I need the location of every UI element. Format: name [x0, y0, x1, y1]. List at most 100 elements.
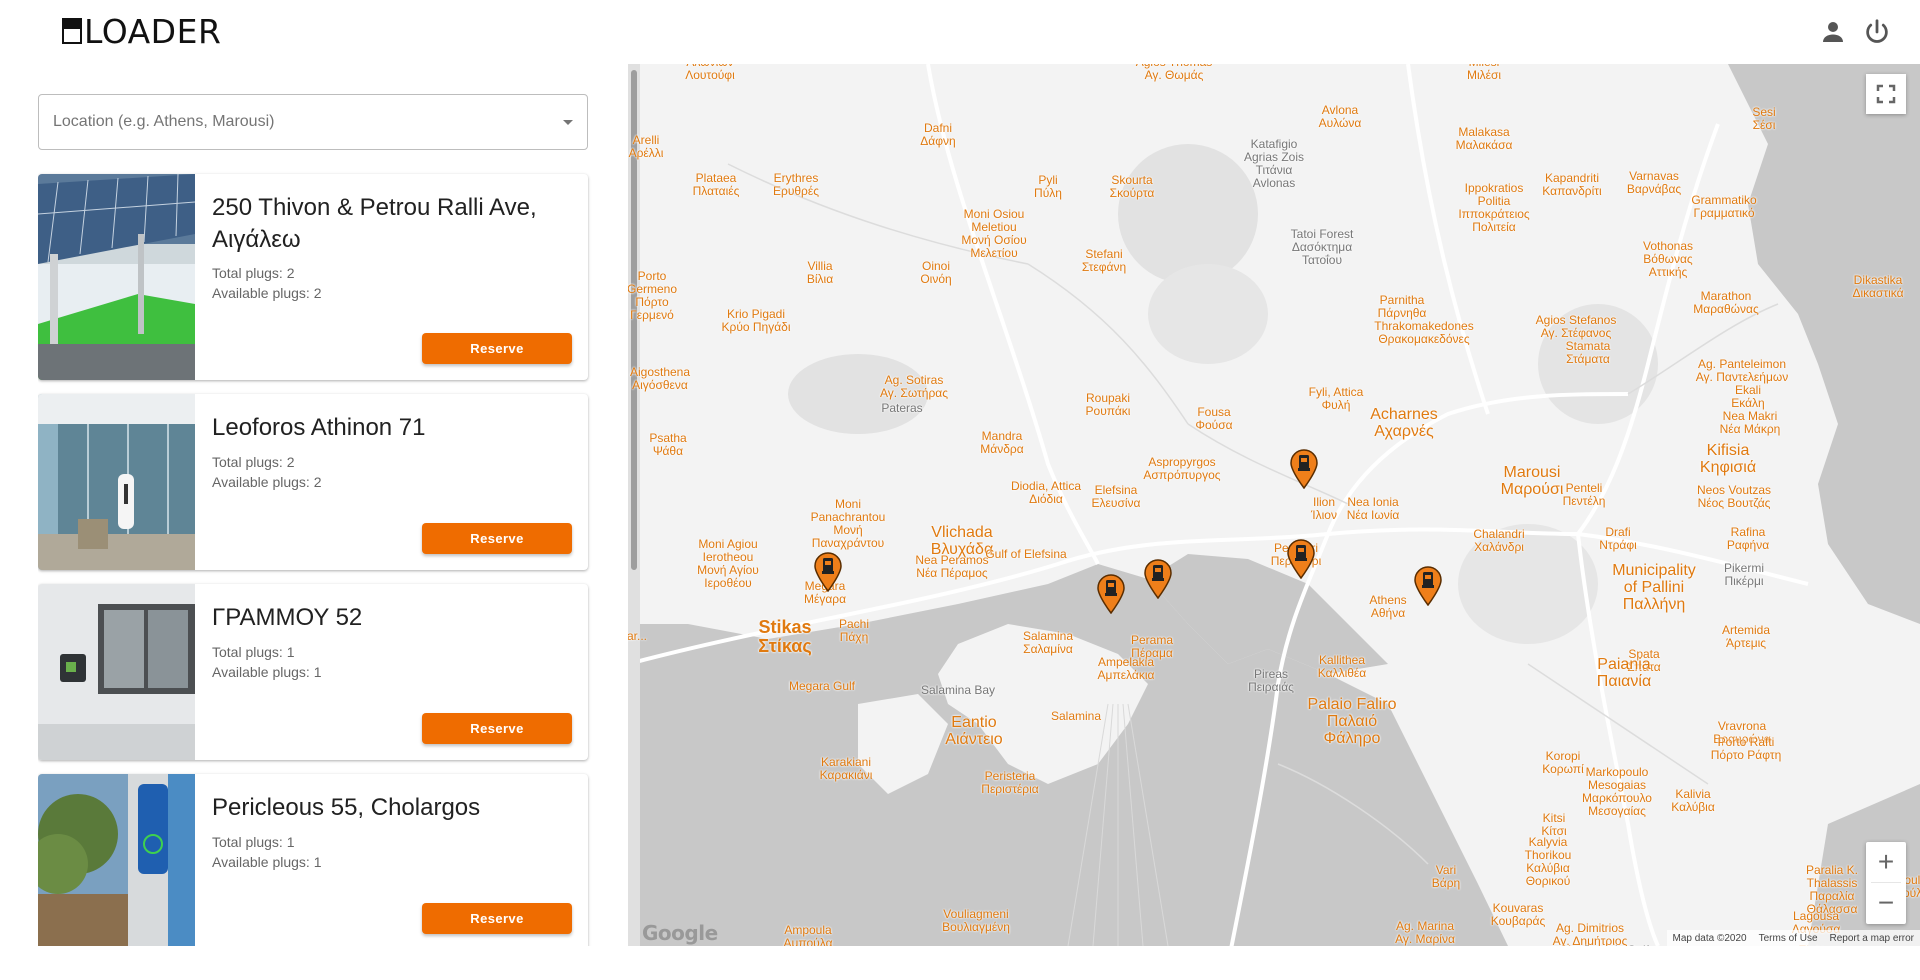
map-place-label: Ampelakia Αμπελάκια	[1097, 655, 1155, 682]
map-place-label: Fyli, Attica Φυλή	[1308, 385, 1364, 412]
map-place-label: Megara Gulf	[788, 679, 856, 693]
map-place-label: Porto Germeno Πόρτο Γερμενό	[628, 269, 678, 322]
map-place-label: Krio Pigadi Κρύο Πηγάδι	[721, 307, 791, 334]
location-placeholder: Location (e.g. Athens, Marousi)	[53, 113, 275, 130]
map-place-label: Elefsina Ελευσίνα	[1091, 483, 1141, 510]
map-place-label: Nea Ionia Νέα Ιωνία	[1346, 495, 1400, 522]
map-place-label: Katafigio Agrias Zois Τιτάνια Avlonas	[1243, 137, 1305, 190]
map-place-label: Marathon Μαραθώνας	[1693, 289, 1759, 316]
map-place-label: Acharnes Αχαρνές	[1370, 406, 1438, 440]
map-data-text: Map data ©2020	[1672, 932, 1747, 944]
map-place-label: Pachi Πάχη	[838, 617, 870, 644]
reserve-button[interactable]: Reserve	[422, 333, 572, 364]
map-place-label: Dafni Δάφνη	[920, 121, 956, 148]
map-place-label: Parnitha Πάρνηθα	[1377, 293, 1427, 320]
total-plugs: Total plugs: 2	[212, 454, 295, 470]
map-place-label: Aspropyrgos Ασπρόπυργος	[1143, 455, 1221, 482]
map-place-label: Kar...	[628, 629, 648, 643]
map-place-label: Marousi Μαρούσι	[1500, 464, 1564, 498]
map-place-label: Diodia, Attica Διόδια	[1010, 479, 1082, 506]
map-place-label: Pireas Πειραιάς	[1248, 667, 1294, 694]
map-place-label: Ekali Εκάλη	[1731, 383, 1765, 410]
map-place-label: Nea Peramos Νέα Πέραμος	[915, 553, 989, 580]
charger-pin-icon	[814, 552, 842, 593]
app-header: LOADER	[0, 0, 1920, 64]
map-place-label: Paiania Παιανία	[1596, 656, 1652, 690]
total-plugs: Total plugs: 1	[212, 644, 295, 660]
map-place-label: Tatoi Forest Δασόκτημα Τατοΐου	[1290, 227, 1354, 267]
logo-text: LOADER	[84, 11, 222, 51]
power-icon[interactable]	[1862, 17, 1892, 47]
map-place-label: Neos Voutzas Νέος Βουτζάς	[1696, 483, 1772, 510]
station-marker[interactable]	[1096, 574, 1126, 615]
map-place-label: Fousa Φούσα	[1195, 405, 1233, 432]
station-card: Pericleous 55, Cholargos Total plugs: 1 …	[38, 774, 588, 946]
map-place-label: Thrakomakedones Θρακομακεδόνες	[1374, 319, 1474, 346]
map-place-label: Athens Αθήνα	[1369, 593, 1407, 620]
map-place-label: Skourta Σκούρτα	[1109, 173, 1155, 200]
google-logo: Google	[642, 921, 718, 945]
map-place-label: Kapandriti Καπανδρίτι	[1542, 171, 1602, 198]
station-marker[interactable]	[1413, 566, 1443, 607]
total-plugs: Total plugs: 1	[212, 834, 295, 850]
report-error-link[interactable]: Report a map error	[1824, 933, 1920, 944]
map-place-label: Salamina	[1050, 709, 1102, 723]
map-place-label: Salamina Bay	[920, 683, 996, 697]
map-place-label: Salamina Σαλαμίνα	[1022, 629, 1074, 656]
zoom-out-button[interactable]: −	[1866, 883, 1906, 923]
map-place-label: Oinoi Οινόη	[920, 259, 952, 286]
map-place-label: Avlona Αυλώνα	[1318, 103, 1362, 130]
charger-pin-icon	[1097, 574, 1125, 615]
map-place-label: Moni Osiou Meletiou Μονή Οσίου Μελετίου	[961, 207, 1027, 260]
dropdown-caret-icon[interactable]	[563, 120, 573, 125]
map-place-label: Markopoulo Mesogaias Μαρκόπουλο Μεσογαίας	[1582, 765, 1652, 818]
map-place-label: Arelli Αρέλλι	[628, 133, 664, 160]
map-place-label: Stefani Στεφάνη	[1081, 247, 1127, 274]
map-place-label: Gulf of Elefsina	[985, 547, 1067, 561]
app-logo[interactable]: LOADER	[62, 14, 221, 48]
map-place-label: Peristeria Περιστέρια	[981, 769, 1039, 796]
station-marker[interactable]	[1143, 559, 1173, 600]
station-card: 250 Thivon & Petrou Ralli Ave, Αιγάλεω T…	[38, 174, 588, 380]
map-place-label: Aigosthena Αιγόσθενα	[629, 365, 691, 392]
map-place-label: Sesi Σέσι	[1752, 105, 1776, 132]
terms-link[interactable]: Terms of Use	[1753, 933, 1824, 944]
map-place-label: Chalandri Χαλάνδρι	[1473, 527, 1525, 554]
map-place-label: Pyli Πύλη	[1034, 173, 1062, 200]
fullscreen-button[interactable]	[1866, 74, 1906, 114]
station-marker[interactable]	[1286, 539, 1316, 580]
map[interactable]: ΑλωνίωνΛουτούφι Agios ThomasΑγ. Θωμάς Mile…	[628, 64, 1920, 946]
station-photo	[38, 394, 195, 570]
map-place-label: Stikas Στίκας	[758, 617, 812, 656]
map-place-label: Agios Stefanos Αγ. Στέφανος	[1535, 313, 1617, 340]
account-icon[interactable]	[1818, 17, 1848, 47]
location-select[interactable]: Location (e.g. Athens, Marousi)	[38, 94, 588, 150]
map-place-label: Roupaki Ρουπάκι	[1085, 391, 1131, 418]
map-place-label: Drafi Ντράφι	[1599, 525, 1637, 552]
map-place-label: Varnavas Βαρνάβας	[1626, 169, 1682, 196]
map-place-label: Psatha Ψάθα	[649, 431, 687, 458]
available-plugs: Available plugs: 2	[212, 474, 322, 490]
charger-pin-icon	[1144, 559, 1172, 600]
map-place-label: Porto Rafti Πόρτο Ράφτη	[1710, 735, 1782, 762]
reserve-button[interactable]: Reserve	[422, 713, 572, 744]
map-place-label: Kalivia Καλύβια	[1671, 787, 1715, 814]
map-place-label: Grammatiko Γραμματικό	[1691, 193, 1757, 220]
charger-pin-icon	[1290, 449, 1318, 490]
station-marker[interactable]	[1289, 449, 1319, 490]
station-marker[interactable]	[813, 552, 843, 593]
zoom-controls: + −	[1866, 842, 1906, 924]
zoom-in-button[interactable]: +	[1866, 842, 1906, 882]
map-place-label: Pateras	[881, 401, 923, 415]
map-place-label: Koropi Κορωπί	[1542, 749, 1584, 776]
reserve-button[interactable]: Reserve	[422, 903, 572, 934]
map-place-label: Ampoula Αμπούλα	[783, 923, 833, 947]
reserve-button[interactable]: Reserve	[422, 523, 572, 554]
map-place-label: Eantio Αιάντειο	[945, 714, 1003, 748]
map-place-label: Artemida Άρτεμις	[1721, 623, 1771, 650]
logo-icon	[62, 18, 82, 44]
map-place-label: Nea Makri Νέα Μάκρη	[1719, 409, 1781, 436]
map-scrollbar[interactable]	[628, 64, 640, 946]
station-card: Leoforos Athinon 71 Total plugs: 2 Avail…	[38, 394, 588, 570]
map-place-label: Mandra Μάνδρα	[980, 429, 1024, 456]
